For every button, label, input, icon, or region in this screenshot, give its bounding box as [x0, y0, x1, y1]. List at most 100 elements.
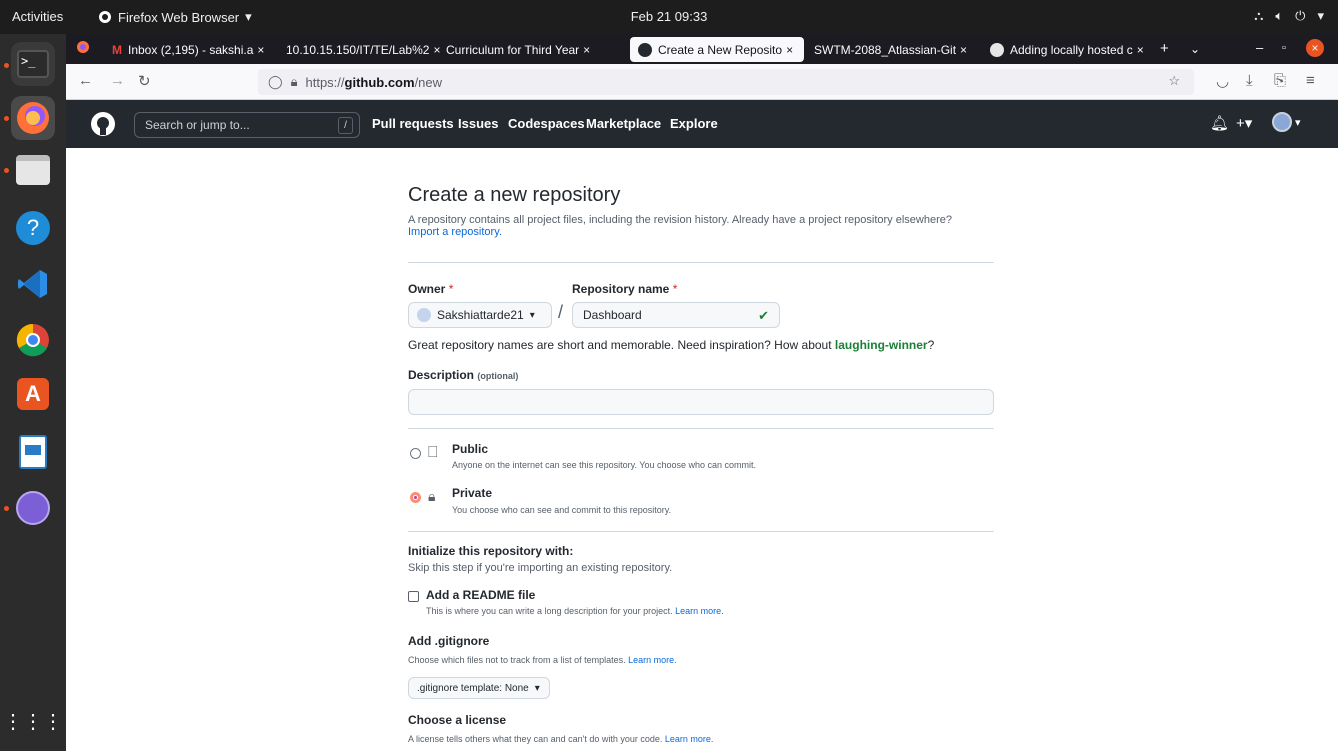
terminal-icon[interactable]: >_	[11, 42, 55, 86]
avatar	[1272, 112, 1292, 132]
gitignore-template-select[interactable]: .gitignore template: None ▾	[408, 677, 550, 699]
avatar	[417, 308, 431, 322]
readme-checkbox[interactable]	[408, 591, 419, 602]
volume-icon: 🔈︎	[1275, 8, 1284, 23]
learn-more-link[interactable]: Learn more.	[675, 606, 724, 616]
init-section-description: Skip this step if you're importing an ex…	[408, 562, 673, 574]
tab-curriculum[interactable]: Curriculum for Third Year ×	[438, 37, 628, 62]
files-icon[interactable]	[11, 148, 55, 192]
browser-tab-strip: M Inbox (2,195) - sakshi.a × 10.10.15.15…	[66, 34, 1338, 64]
visibility-private-radio[interactable]	[410, 492, 421, 503]
new-tab-button[interactable]: +	[1160, 40, 1169, 57]
close-icon[interactable]: ×	[786, 43, 793, 57]
page-title: Create a new repository	[408, 184, 621, 206]
gitignore-template-value: .gitignore template: None	[417, 682, 529, 694]
shield-icon: ◯	[268, 74, 283, 89]
system-tray[interactable]: ⛬ 🔈︎ ⏻ ▾	[1254, 8, 1324, 24]
public-option-title[interactable]: Public	[452, 442, 488, 456]
running-indicator	[4, 63, 9, 68]
extensions-icon[interactable]: ⎘	[1274, 72, 1286, 89]
software-store-icon[interactable]: A	[11, 372, 55, 416]
check-icon: ✔	[758, 308, 769, 323]
github-icon	[638, 42, 652, 57]
description-label: Description (optional)	[408, 368, 519, 382]
url-bar[interactable]: ◯ 🔒︎ https://github.com/new ☆	[258, 69, 1194, 95]
learn-more-link[interactable]: Learn more.	[628, 655, 677, 665]
license-title: Choose a license	[408, 713, 507, 727]
github-icon	[990, 42, 1004, 57]
repo-name-value: Dashboard	[583, 308, 642, 322]
divider	[408, 428, 994, 429]
nav-marketplace[interactable]: Marketplace	[586, 116, 661, 131]
import-repository-link[interactable]: Import a repository.	[408, 226, 502, 238]
close-window-icon[interactable]: ×	[1306, 39, 1324, 57]
repo-icon: ⎕	[428, 444, 438, 461]
readme-option-title[interactable]: Add a README file	[426, 588, 535, 602]
activities-button[interactable]: Activities	[12, 9, 63, 24]
close-icon[interactable]: ×	[1137, 43, 1144, 57]
tab-adding-locally[interactable]: Adding locally hosted c ×	[982, 37, 1148, 62]
firefox-icon[interactable]	[11, 96, 55, 140]
tab-create-repo[interactable]: Create a New Reposito ×	[630, 37, 804, 62]
power-icon: ⏻	[1295, 8, 1306, 23]
vscode-icon[interactable]	[11, 262, 55, 306]
nav-pull-requests[interactable]: Pull requests	[372, 116, 454, 131]
app-menu[interactable]: Firefox Web Browser ▾	[98, 9, 252, 25]
forward-arrow-icon[interactable]: →	[110, 72, 125, 89]
lock-icon: 🔒︎	[428, 488, 436, 504]
list-all-tabs-icon[interactable]: ⌄	[1190, 42, 1200, 56]
bookmark-star-icon[interactable]: ☆	[1168, 73, 1180, 89]
owner-repo-separator: /	[558, 302, 564, 322]
tab-swtm[interactable]: SWTM-2088_Atlassian-Git ×	[806, 37, 982, 62]
github-logo-icon[interactable]	[90, 111, 116, 140]
learn-more-link[interactable]: Learn more.	[665, 734, 714, 744]
owner-select[interactable]: Sakshiattarde21 ▾	[408, 302, 552, 328]
pocket-icon[interactable]: ◡	[1216, 72, 1229, 90]
close-icon[interactable]: ×	[960, 43, 967, 57]
repo-name-label: Repository name *	[572, 282, 678, 296]
downloads-icon[interactable]: ⤓	[1246, 72, 1253, 89]
gitignore-title: Add .gitignore	[408, 634, 490, 648]
firefox-small-icon	[99, 11, 111, 23]
search-input[interactable]: Search or jump to... /	[134, 112, 360, 138]
nav-codespaces[interactable]: Codespaces	[508, 116, 585, 131]
avatar-menu[interactable]: ▾	[1272, 112, 1301, 132]
owner-value: Sakshiattarde21	[437, 308, 524, 322]
network-app-icon[interactable]	[11, 486, 55, 530]
chrome-icon[interactable]	[11, 318, 55, 362]
search-shortcut-hint: /	[338, 117, 353, 134]
public-option-description: Anyone on the internet can see this repo…	[452, 460, 757, 470]
suggested-name-link[interactable]: laughing-winner	[835, 338, 928, 352]
menu-icon[interactable]: ≡	[1306, 72, 1315, 89]
close-icon[interactable]: ×	[257, 43, 264, 57]
show-apps-icon[interactable]: ⋮⋮⋮	[3, 700, 63, 744]
gmail-icon: M	[112, 42, 122, 57]
close-icon[interactable]: ×	[583, 43, 590, 57]
create-new-icon[interactable]: +▾	[1236, 114, 1252, 132]
libreoffice-impress-icon[interactable]	[11, 430, 55, 474]
tab-label: SWTM-2088_Atlassian-Git	[814, 42, 957, 57]
visibility-public-radio[interactable]	[410, 448, 421, 459]
clock[interactable]: Feb 21 09:33	[631, 9, 708, 24]
bell-icon[interactable]: 🔔︎	[1210, 114, 1229, 132]
back-arrow-icon[interactable]: ←	[78, 72, 93, 89]
tab-lab[interactable]: 10.10.15.150/IT/TE/Lab%2 ×	[278, 37, 456, 62]
nav-issues[interactable]: Issues	[458, 116, 498, 131]
readme-option-description: This is where you can write a long descr…	[426, 606, 724, 616]
tab-gmail[interactable]: M Inbox (2,195) - sakshi.a ×	[104, 37, 276, 62]
minimize-icon[interactable]: –	[1256, 40, 1263, 55]
reload-icon[interactable]: ↻	[138, 72, 151, 90]
private-option-title[interactable]: Private	[452, 486, 492, 500]
dock: >_ ? A ⋮⋮⋮	[0, 34, 66, 751]
system-top-bar: Activities Firefox Web Browser ▾ Feb 21 …	[0, 0, 1338, 34]
restore-icon[interactable]: ▫	[1282, 42, 1286, 54]
nav-explore[interactable]: Explore	[670, 116, 718, 131]
repo-name-input[interactable]: Dashboard ✔	[572, 302, 780, 328]
help-icon[interactable]: ?	[11, 206, 55, 250]
divider	[408, 262, 994, 263]
owner-label: Owner *	[408, 282, 454, 296]
description-input[interactable]	[408, 389, 994, 415]
firefox-view-icon[interactable]	[76, 40, 90, 58]
chevron-down-icon: ▾	[1317, 8, 1324, 23]
running-indicator	[4, 116, 9, 121]
